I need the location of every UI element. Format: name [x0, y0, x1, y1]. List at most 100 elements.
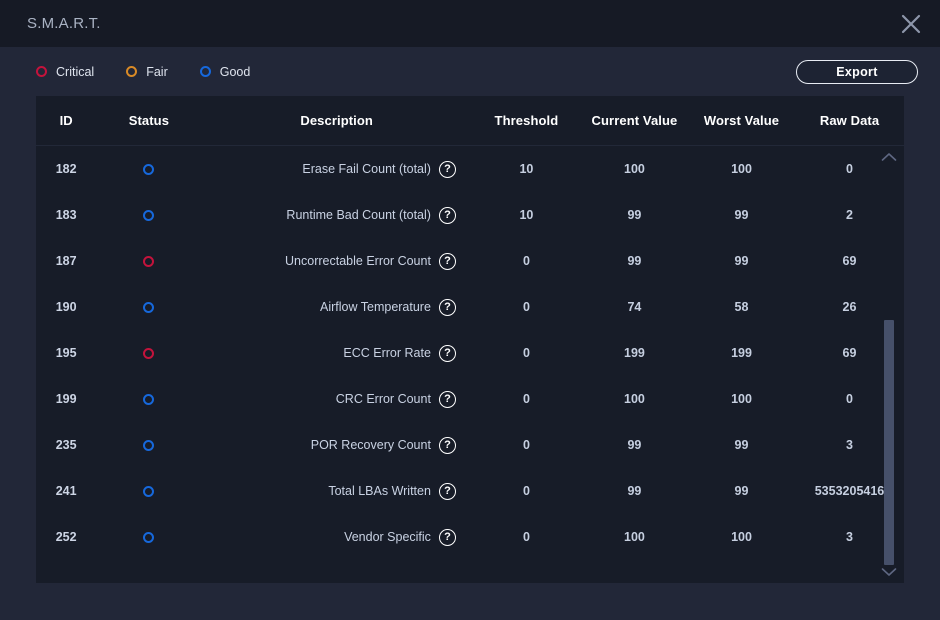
- table-row[interactable]: 195 ECC Error Rate? 0 199 199 69: [36, 330, 904, 376]
- description-label: Erase Fail Count (total): [302, 162, 431, 176]
- cell-id: 235: [55, 438, 77, 452]
- help-icon[interactable]: ?: [438, 390, 456, 408]
- cell-worst-value: 199: [731, 346, 752, 360]
- description-label: Runtime Bad Count (total): [286, 208, 431, 222]
- cell-current-value: 99: [627, 208, 642, 222]
- table-row[interactable]: 199 CRC Error Count? 0 100 100 0: [36, 376, 904, 422]
- table-row[interactable]: 183 Runtime Bad Count (total)? 10 99 99 2: [36, 192, 904, 238]
- cell-description: Vendor Specific?: [201, 528, 472, 546]
- status-indicator-icon: [143, 163, 155, 175]
- smart-dialog: S.M.A.R.T. Critical Fair Good Export ID …: [0, 0, 940, 620]
- column-header-status: Status: [128, 113, 170, 128]
- cell-description: CRC Error Count?: [201, 390, 472, 408]
- cell-threshold: 0: [522, 484, 530, 498]
- status-indicator-icon: [143, 255, 155, 267]
- export-button[interactable]: Export: [796, 59, 918, 84]
- table-row[interactable]: 241 Total LBAs Written? 0 99 99 5353205416: [36, 468, 904, 514]
- cell-description: Erase Fail Count (total)?: [201, 160, 472, 178]
- cell-worst-value: 100: [731, 392, 752, 406]
- legend-label-critical: Critical: [56, 64, 95, 79]
- help-icon[interactable]: ?: [438, 206, 456, 224]
- status-indicator-icon: [143, 301, 155, 313]
- chevron-down-icon[interactable]: [874, 561, 904, 583]
- cell-id: 187: [55, 254, 77, 268]
- cell-worst-value: 58: [734, 300, 749, 314]
- description-label: Total LBAs Written: [328, 484, 431, 498]
- cell-status: [96, 209, 201, 221]
- cell-worst-value: 99: [734, 438, 749, 452]
- help-icon[interactable]: ?: [438, 160, 456, 178]
- table-row[interactable]: 182 Erase Fail Count (total)? 10 100 100 0: [36, 146, 904, 192]
- cell-id: 182: [55, 162, 77, 176]
- help-icon[interactable]: ?: [438, 344, 456, 362]
- status-legend: Critical Fair Good: [36, 65, 250, 79]
- close-icon[interactable]: [894, 7, 928, 41]
- column-header-threshold: Threshold: [494, 113, 559, 128]
- help-icon[interactable]: ?: [438, 436, 456, 454]
- description-label: Vendor Specific: [344, 530, 431, 544]
- cell-worst-value: 100: [731, 162, 752, 176]
- cell-id: 241: [55, 484, 77, 498]
- cell-status: [96, 439, 201, 451]
- table-row[interactable]: 252 Vendor Specific? 0 100 100 3: [36, 514, 904, 560]
- fair-status-icon: [126, 66, 138, 77]
- cell-threshold: 10: [519, 162, 534, 176]
- toolbar: Critical Fair Good Export: [0, 47, 940, 96]
- help-icon[interactable]: ?: [438, 528, 456, 546]
- table-row[interactable]: 187 Uncorrectable Error Count? 0 99 99 69: [36, 238, 904, 284]
- cell-status: [96, 163, 201, 175]
- help-icon[interactable]: ?: [438, 482, 456, 500]
- critical-status-icon: [36, 66, 47, 77]
- cell-current-value: 74: [627, 300, 642, 314]
- cell-description: Airflow Temperature?: [201, 298, 472, 316]
- status-indicator-icon: [143, 439, 155, 451]
- scrollbar-thumb[interactable]: [884, 320, 894, 565]
- cell-worst-value: 99: [734, 484, 749, 498]
- cell-status: [96, 301, 201, 313]
- cell-worst-value: 100: [731, 530, 752, 544]
- cell-id: 183: [55, 208, 77, 222]
- cell-description: POR Recovery Count?: [201, 436, 472, 454]
- legend-item-critical: Critical: [36, 65, 94, 79]
- help-icon[interactable]: ?: [438, 252, 456, 270]
- cell-status: [96, 485, 201, 497]
- table-header-row: ID Status Description Threshold Current …: [36, 96, 904, 146]
- help-icon[interactable]: ?: [438, 298, 456, 316]
- cell-current-value: 100: [624, 530, 645, 544]
- cell-threshold: 0: [522, 254, 530, 268]
- cell-threshold: 0: [522, 438, 530, 452]
- cell-status: [96, 531, 201, 543]
- cell-description: ECC Error Rate?: [201, 344, 472, 362]
- cell-id: 195: [55, 346, 77, 360]
- table-scrollbar[interactable]: [874, 146, 904, 583]
- cell-id: 252: [55, 530, 77, 544]
- cell-status: [96, 347, 201, 359]
- legend-label-fair: Fair: [146, 64, 168, 79]
- cell-current-value: 99: [627, 484, 642, 498]
- cell-current-value: 100: [624, 392, 645, 406]
- good-status-icon: [199, 66, 211, 77]
- cell-current-value: 199: [624, 346, 645, 360]
- description-label: ECC Error Rate: [343, 346, 431, 360]
- description-label: POR Recovery Count: [310, 438, 431, 452]
- table-row[interactable]: 235 POR Recovery Count? 0 99 99 3: [36, 422, 904, 468]
- cell-description: Runtime Bad Count (total)?: [201, 206, 472, 224]
- cell-description: Total LBAs Written?: [201, 482, 472, 500]
- table-row[interactable]: 190 Airflow Temperature? 0 74 58 26: [36, 284, 904, 330]
- smart-table-panel: ID Status Description Threshold Current …: [36, 96, 904, 583]
- column-header-current-value: Current Value: [591, 113, 678, 128]
- cell-threshold: 10: [519, 208, 534, 222]
- status-indicator-icon: [143, 347, 155, 359]
- description-label: Airflow Temperature: [320, 300, 431, 314]
- cell-threshold: 0: [522, 300, 530, 314]
- column-header-worst-value: Worst Value: [703, 113, 780, 128]
- cell-id: 190: [55, 300, 77, 314]
- scrollbar-track[interactable]: [874, 168, 904, 565]
- status-indicator-icon: [143, 393, 155, 405]
- cell-current-value: 100: [624, 162, 645, 176]
- cell-threshold: 0: [522, 346, 530, 360]
- status-indicator-icon: [143, 531, 155, 543]
- page-title: S.M.A.R.T.: [27, 15, 101, 32]
- cell-status: [96, 255, 201, 267]
- chevron-up-icon[interactable]: [874, 146, 904, 168]
